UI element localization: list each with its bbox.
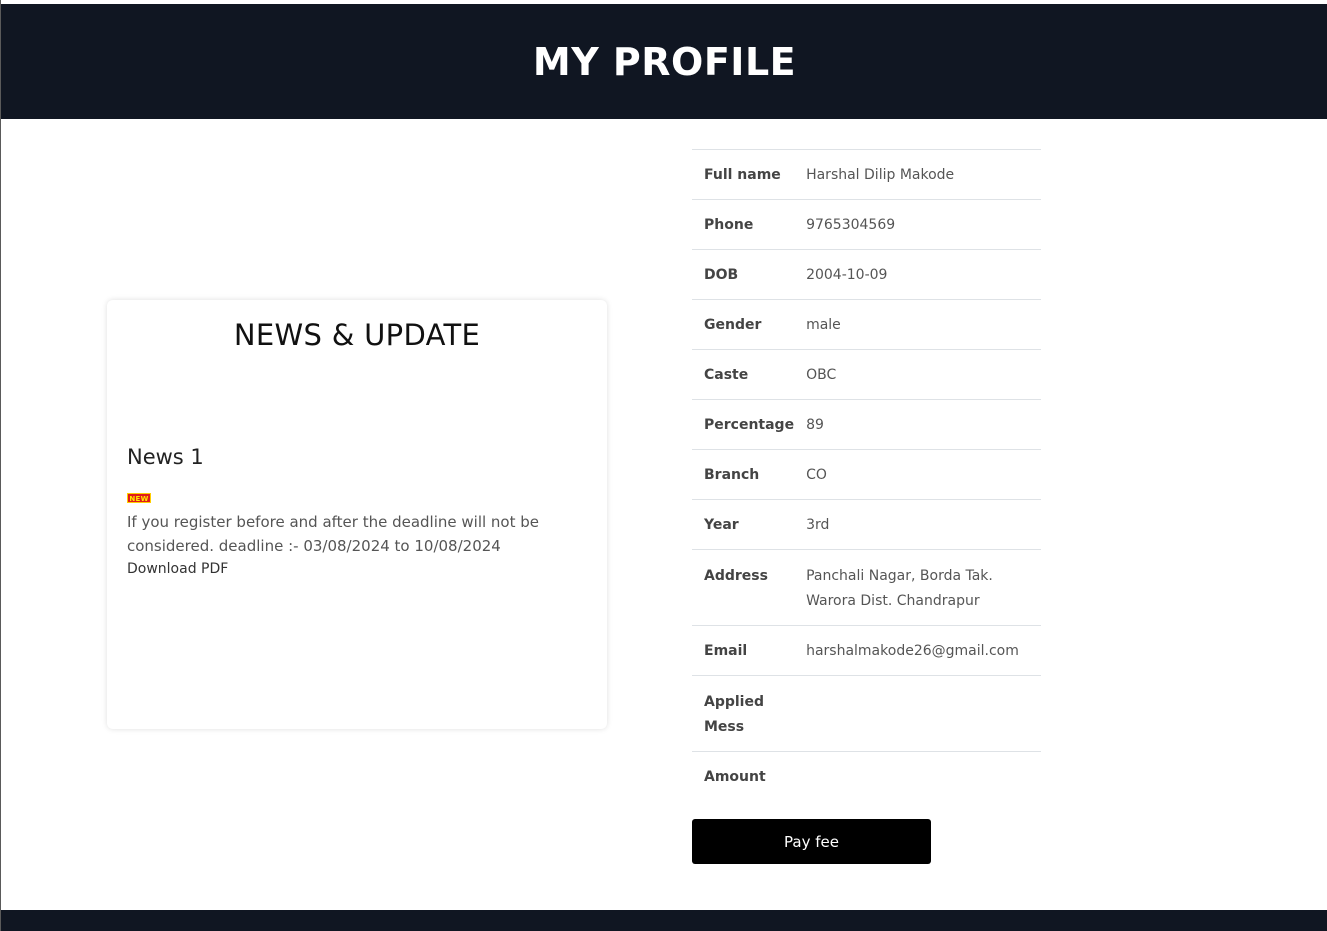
- download-pdf-link[interactable]: Download PDF: [127, 561, 228, 577]
- field-value-phone: 9765304569: [806, 199, 1041, 250]
- news-card: NEWS & UPDATE News 1 NEW If you register…: [107, 300, 607, 729]
- table-row: Address Panchali Nagar, Borda Tak. Waror…: [692, 549, 1041, 626]
- field-value-applied-mess: [806, 675, 1041, 752]
- field-value-amount: [806, 751, 1041, 800]
- field-label-address: Address: [692, 549, 807, 626]
- field-label-caste: Caste: [692, 349, 807, 400]
- field-label-dob: DOB: [692, 249, 807, 300]
- field-label-year: Year: [692, 499, 807, 550]
- field-label-applied-mess: Applied Mess: [692, 675, 807, 752]
- table-row: Gender male: [692, 299, 1041, 350]
- field-value-caste: OBC: [806, 349, 1041, 400]
- field-value-percentage: 89: [806, 399, 1041, 450]
- table-row: Email harshalmakode26@gmail.com: [692, 625, 1041, 676]
- field-value-branch: CO: [806, 449, 1041, 500]
- field-value-dob: 2004-10-09: [806, 249, 1041, 300]
- table-row: Year 3rd: [692, 499, 1041, 550]
- field-value-email: harshalmakode26@gmail.com: [806, 625, 1041, 676]
- new-badge: NEW: [127, 493, 151, 503]
- page-footer: [1, 910, 1327, 931]
- field-value-address: Panchali Nagar, Borda Tak. Warora Dist. …: [806, 549, 1041, 626]
- table-row: Amount: [692, 751, 1041, 800]
- news-heading: NEWS & UPDATE: [233, 318, 481, 352]
- field-label-full-name: Full name: [692, 149, 807, 200]
- table-row: Full name Harshal Dilip Makode: [692, 149, 1041, 200]
- table-row: Percentage 89: [692, 399, 1041, 450]
- table-row: Applied Mess: [692, 675, 1041, 752]
- field-label-phone: Phone: [692, 199, 807, 250]
- field-label-gender: Gender: [692, 299, 807, 350]
- field-label-percentage: Percentage: [692, 399, 807, 450]
- field-value-full-name: Harshal Dilip Makode: [806, 149, 1041, 200]
- page-header: MY PROFILE: [1, 4, 1327, 119]
- field-label-amount: Amount: [692, 751, 807, 800]
- table-row: Phone 9765304569: [692, 199, 1041, 250]
- news-item-title: News 1: [127, 445, 204, 469]
- table-row: Caste OBC: [692, 349, 1041, 400]
- pay-fee-button[interactable]: Pay fee: [692, 819, 931, 864]
- table-row: DOB 2004-10-09: [692, 249, 1041, 300]
- field-value-year: 3rd: [806, 499, 1041, 550]
- news-item-text: If you register before and after the dea…: [127, 513, 540, 555]
- page-title: MY PROFILE: [532, 39, 797, 84]
- field-label-branch: Branch: [692, 449, 807, 500]
- profile-table: Full name Harshal Dilip Makode Phone 976…: [692, 149, 1041, 800]
- table-row: Branch CO: [692, 449, 1041, 500]
- page: MY PROFILE NEWS & UPDATE News 1 NEW If y…: [0, 0, 1327, 931]
- field-value-gender: male: [806, 299, 1041, 350]
- field-label-email: Email: [692, 625, 807, 676]
